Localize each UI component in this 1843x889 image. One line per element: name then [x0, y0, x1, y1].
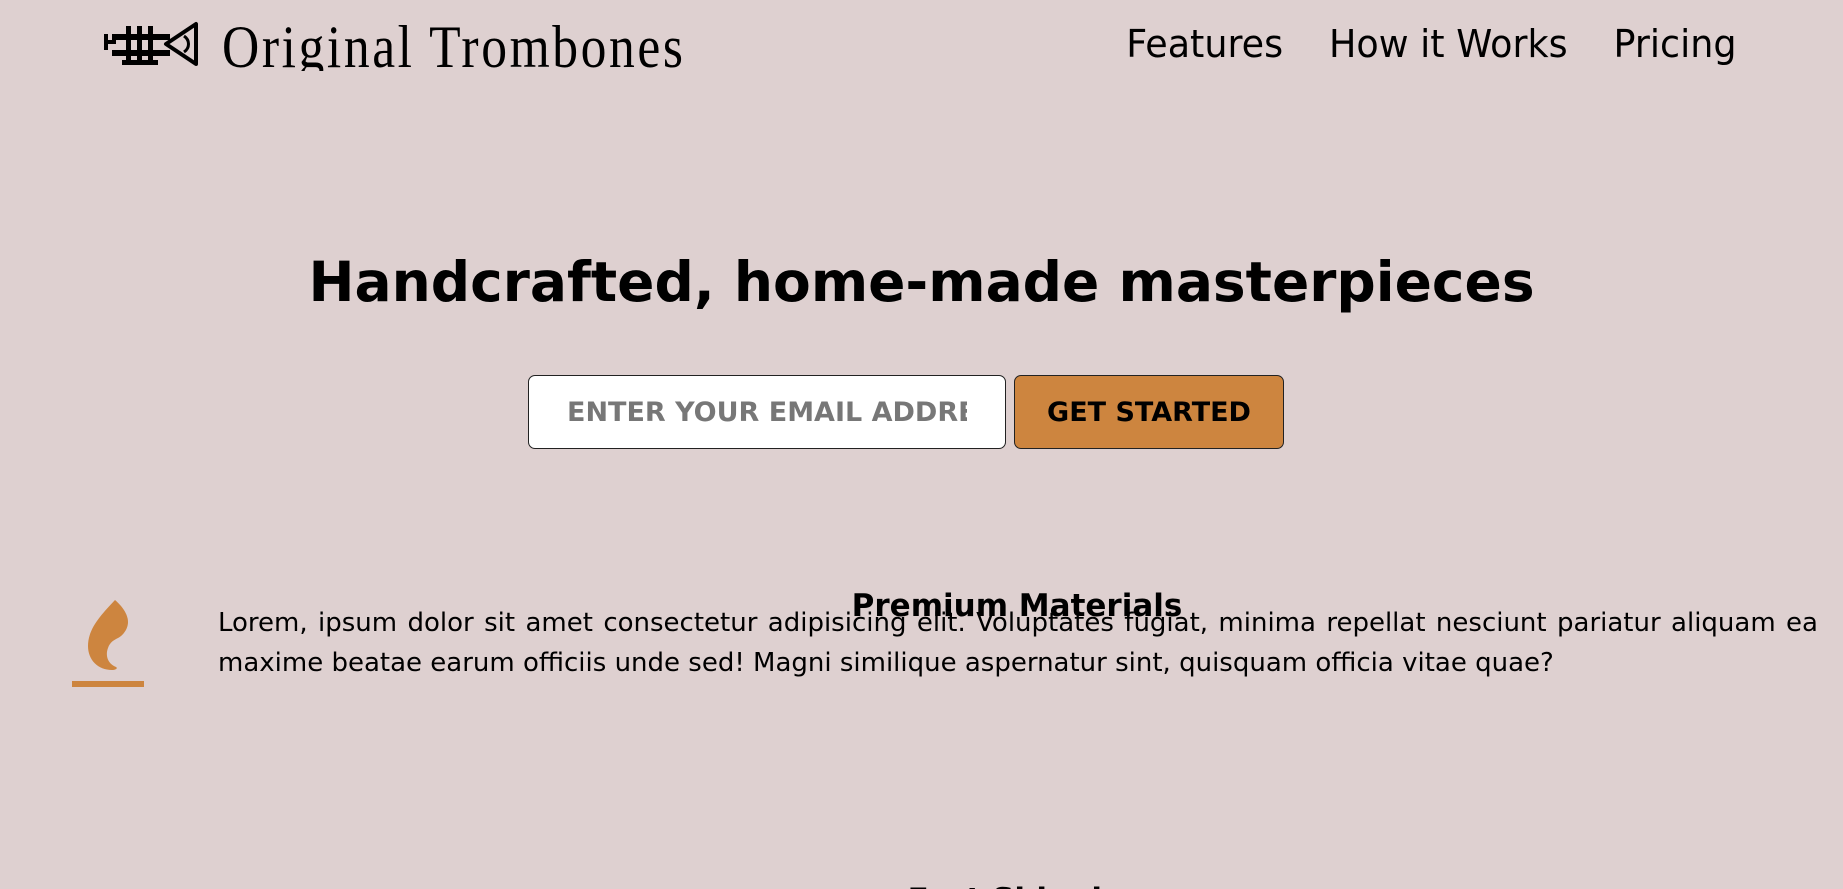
nav-link-features[interactable]: Features	[1126, 18, 1283, 70]
landing-page: Original Trombones Features How it Works…	[0, 0, 1843, 889]
nav-link-pricing[interactable]: Pricing	[1613, 18, 1736, 70]
email-input[interactable]	[528, 375, 1006, 449]
main-nav: Features How it Works Pricing	[1123, 18, 1739, 70]
brand-name: Original Trombones	[222, 17, 686, 71]
hero-title: Handcrafted, home-made masterpieces	[308, 249, 1535, 314]
site-header: Original Trombones Features How it Works…	[0, 0, 1843, 95]
feature-description: Lorem, ipsum dolor sit amet consectetur …	[218, 608, 1818, 678]
brand-logo[interactable]: Original Trombones	[104, 14, 761, 74]
signup-form: GET STARTED	[528, 375, 1284, 449]
feature-title: Fast Shipping	[0, 878, 1843, 889]
trombone-icon	[104, 22, 198, 66]
nav-link-how-it-works[interactable]: How it Works	[1329, 18, 1568, 70]
get-started-button[interactable]: GET STARTED	[1014, 375, 1284, 449]
